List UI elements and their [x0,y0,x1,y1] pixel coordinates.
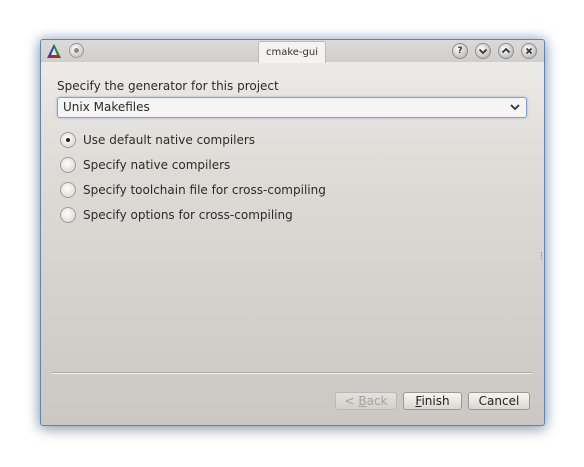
chevron-up-icon [501,47,511,54]
close-button[interactable] [521,43,537,59]
chevron-down-icon [478,48,488,55]
footer-separator [53,372,531,374]
back-button-prefix: < [344,394,359,408]
chevron-down-icon [510,104,520,111]
back-button-mnemonic: B [358,394,367,408]
generator-select[interactable]: Unix Makefiles [57,97,527,118]
help-button[interactable]: ? [452,43,468,59]
window-menu-icon[interactable] [69,43,84,58]
generator-select-value: Unix Makefiles [63,100,150,114]
title-bar[interactable]: cmake-gui ? [41,40,544,63]
radio-button[interactable] [60,132,76,148]
cancel-button[interactable]: Cancel [468,392,530,410]
maximize-button[interactable] [498,43,514,59]
finish-button-rest: inish [421,394,450,408]
generator-label: Specify the generator for this project [57,79,279,93]
minimize-button[interactable] [475,43,491,59]
radio-label: Use default native compilers [83,133,256,147]
close-icon [525,47,533,55]
cmake-setup-dialog: cmake-gui ? Specify the generator for th… [40,39,545,426]
back-button-rest: ack [366,394,388,408]
window-title: cmake-gui [258,41,326,63]
radio-label: Specify native compilers [83,158,231,172]
radio-button[interactable] [60,207,76,223]
finish-button[interactable]: Finish [403,392,462,410]
radio-button[interactable] [60,182,76,198]
radio-button[interactable] [60,157,76,173]
radio-label: Specify options for cross-compiling [83,208,293,222]
dialog-content: Specify the generator for this project U… [41,62,544,425]
resize-grip[interactable] [541,252,543,260]
cmake-logo-icon[interactable] [46,43,62,59]
radio-label: Specify toolchain file for cross-compili… [83,183,326,197]
back-button[interactable]: < Back [335,392,397,410]
